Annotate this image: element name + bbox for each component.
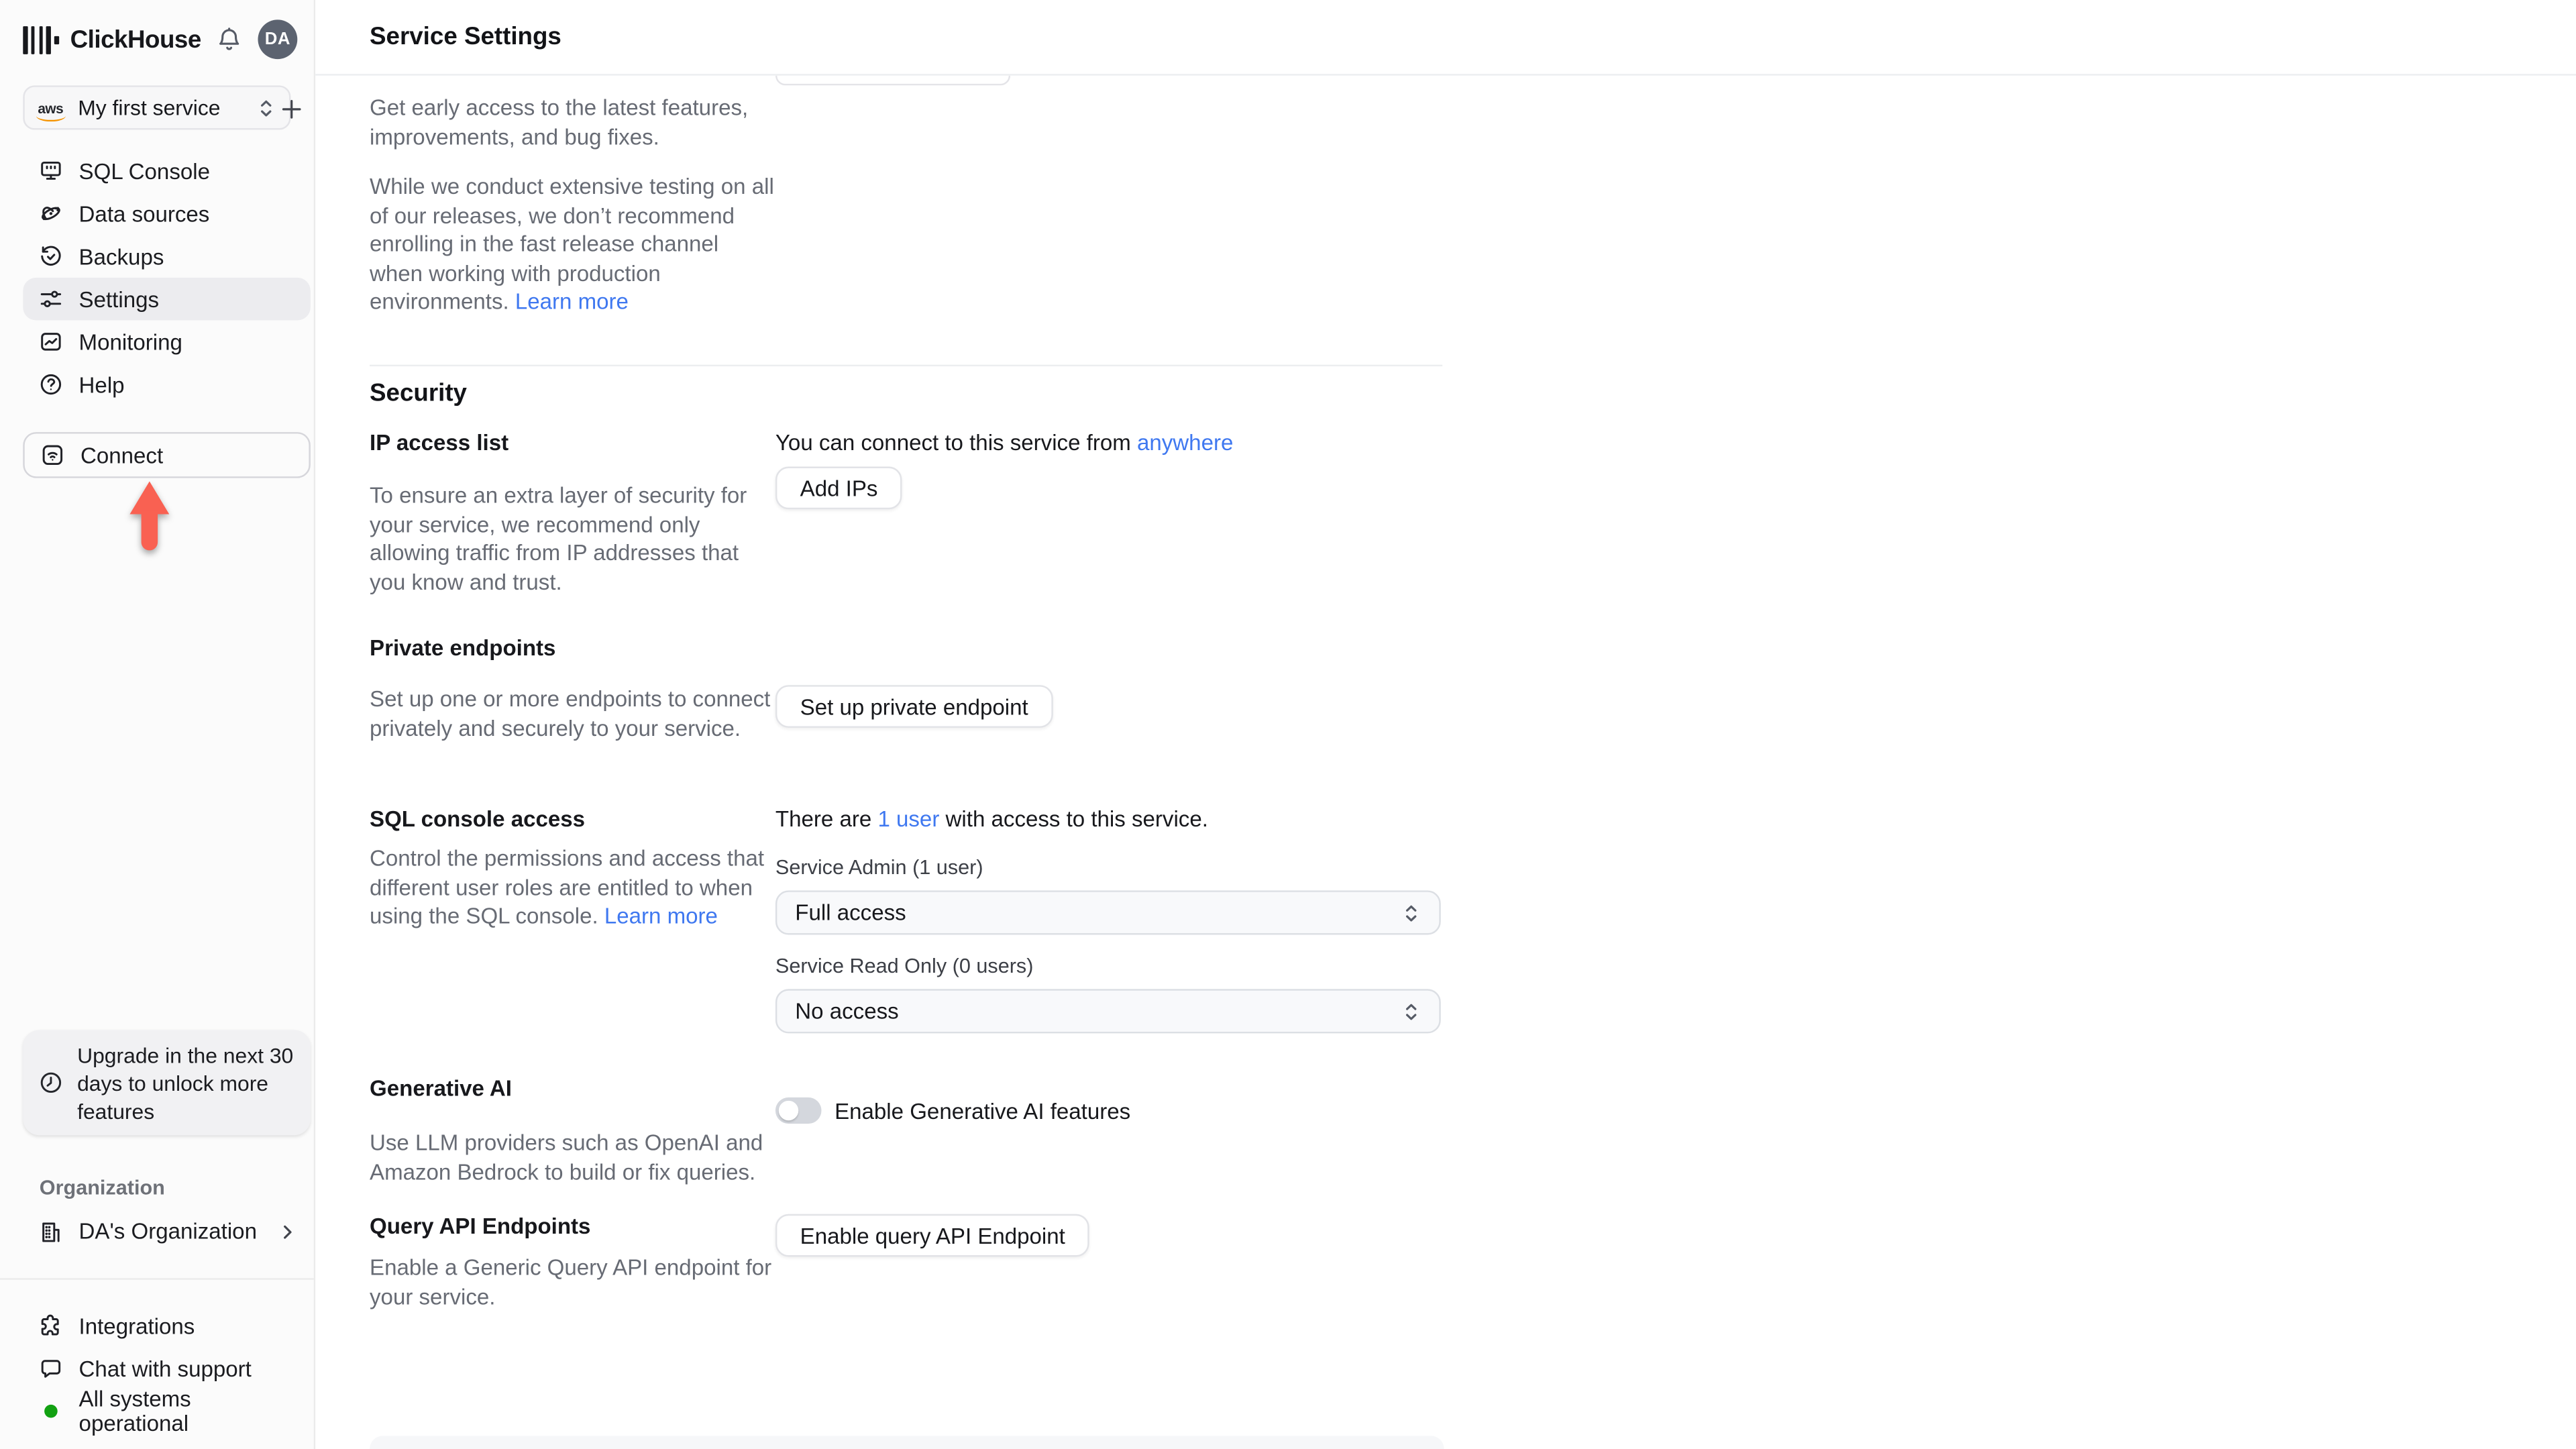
add-service-button[interactable] — [274, 92, 307, 125]
chevron-up-down-icon — [1401, 1000, 1421, 1022]
chevron-up-down-icon — [1401, 901, 1421, 924]
private-endpoint-container: Set up private endpoint — [775, 685, 1053, 728]
sidebar-item-data-sources[interactable]: Data sources — [23, 193, 311, 235]
users-suffix: with access to this service. — [939, 806, 1208, 832]
connect-button[interactable]: Connect — [23, 432, 311, 478]
query-api-description: Enable a Generic Query API endpoint for … — [370, 1255, 772, 1309]
sql-access-learn-more-link[interactable]: Learn more — [604, 904, 718, 928]
sidebar-item-backups[interactable]: Backups — [23, 235, 311, 278]
sidebar-item-label: SQL Console — [78, 158, 210, 184]
service-admin-select[interactable]: Full access — [775, 890, 1441, 935]
sidebar-item-integrations[interactable]: Integrations — [23, 1304, 311, 1347]
red-annotation-arrow — [129, 481, 170, 551]
brand-name: ClickHouse — [70, 25, 202, 54]
sidebar-item-chat-support[interactable]: Chat with support — [23, 1347, 311, 1390]
query-api-container: Enable query API Endpoint — [775, 1214, 1090, 1257]
ip-access-description: To ensure an extra layer of security for… — [370, 483, 747, 594]
help-question-icon — [38, 371, 64, 397]
sql-console-icon — [38, 158, 64, 184]
clock-icon — [38, 1069, 64, 1095]
service-read-only-label: Service Read Only (0 users) — [775, 954, 1034, 978]
sidebar-item-label: Help — [78, 372, 125, 397]
sql-console-access-title: SQL console access — [370, 806, 586, 832]
service-admin-value: Full access — [795, 900, 906, 925]
backups-history-icon — [38, 243, 64, 269]
integrations-puzzle-icon — [38, 1313, 64, 1339]
page-title: Service Settings — [370, 23, 561, 51]
sidebar-item-label: Monitoring — [78, 329, 182, 354]
add-ips-container: Add IPs — [775, 466, 903, 510]
service-admin-label: Service Admin (1 user) — [775, 855, 983, 879]
sidebar-item-system-status[interactable]: All systems operational — [23, 1386, 311, 1436]
service-picker[interactable]: aws My first service — [23, 85, 291, 130]
security-section-title: Security — [370, 379, 468, 408]
sidebar-item-label: Backups — [78, 244, 164, 269]
service-picker-label: My first service — [78, 95, 221, 120]
organization-name: DA's Organization — [78, 1219, 257, 1244]
ip-access-status: You can connect to this service from any… — [775, 431, 1233, 455]
aws-logo-icon: aws — [36, 99, 68, 121]
service-read-only-select[interactable]: No access — [775, 989, 1441, 1034]
chat-bubble-icon — [38, 1355, 64, 1381]
app-window: ClickHouse DA aws My first service SQL C… — [0, 0, 2576, 1449]
chevron-right-icon — [278, 1222, 297, 1241]
ip-access-status-text: You can connect to this service from — [775, 430, 1138, 455]
service-read-only-value: No access — [795, 998, 899, 1024]
sql-console-users: There are 1 user with access to this ser… — [775, 806, 1208, 831]
organization-row[interactable]: DA's Organization — [23, 1211, 311, 1252]
connect-label: Connect — [80, 443, 164, 468]
private-endpoints-title: Private endpoints — [370, 635, 556, 661]
sidebar-nav: SQL Console Data sources Backups Setting… — [23, 150, 311, 406]
sidebar-item-label: Chat with support — [78, 1356, 252, 1381]
organization-section-label: Organization — [39, 1176, 165, 1199]
release-channel-select-partial[interactable] — [775, 75, 1011, 86]
release-channel-intro: Get early access to the latest features,… — [370, 95, 749, 149]
sidebar-item-help[interactable]: Help — [23, 363, 311, 406]
monitoring-chart-icon — [38, 329, 64, 355]
sidebar-item-label: Data sources — [78, 201, 210, 226]
query-api-endpoints-title: Query API Endpoints — [370, 1214, 591, 1239]
generative-ai-description: Use LLM providers such as OpenAI and Ama… — [370, 1130, 763, 1184]
generative-ai-toggle[interactable] — [775, 1097, 822, 1124]
section-divider — [370, 364, 1443, 367]
clickhouse-logo-icon — [23, 25, 59, 54]
one-user-link[interactable]: 1 user — [877, 806, 939, 831]
private-endpoints-description: Set up one or more endpoints to connect … — [370, 686, 771, 741]
upgrade-text: Upgrade in the next 30 days to unlock mo… — [77, 1042, 294, 1123]
connect-icon — [40, 442, 66, 468]
data-sources-icon — [38, 201, 64, 227]
sidebar-item-monitoring[interactable]: Monitoring — [23, 321, 311, 364]
settings-sliders-icon — [38, 286, 64, 312]
brand-row: ClickHouse DA — [23, 19, 298, 60]
add-ips-button[interactable]: Add IPs — [775, 466, 903, 510]
generative-ai-toggle-row: Enable Generative AI features — [775, 1097, 1130, 1124]
upgrade-banner: Upgrade in the next 30 days to unlock mo… — [23, 1030, 311, 1136]
generative-ai-title: Generative AI — [370, 1076, 512, 1101]
sidebar-item-label: Settings — [78, 286, 160, 312]
generative-ai-toggle-label: Enable Generative AI features — [835, 1098, 1131, 1123]
sidebar-footer-nav: Integrations Chat with support All syste… — [23, 1304, 311, 1436]
next-section-card-partial — [370, 1436, 1444, 1449]
sidebar-item-sql-console[interactable]: SQL Console — [23, 150, 311, 193]
users-prefix: There are — [775, 806, 878, 832]
page-header: Service Settings — [315, 0, 2576, 76]
notifications-bell-icon[interactable] — [215, 25, 244, 54]
release-channel-learn-more-link[interactable]: Learn more — [515, 289, 629, 314]
anywhere-link[interactable]: anywhere — [1137, 431, 1233, 455]
release-channel-warning: While we conduct extensive testing on al… — [370, 172, 775, 316]
main-content: Service Settings Get early access to the… — [315, 0, 2576, 1449]
chevron-up-down-icon — [256, 96, 276, 119]
organization-building-icon — [38, 1218, 64, 1244]
sidebar-item-label: All systems operational — [78, 1386, 191, 1436]
ip-access-list-title: IP access list — [370, 430, 509, 455]
enable-query-api-button[interactable]: Enable query API Endpoint — [775, 1214, 1090, 1257]
sql-console-access-description: Control the permissions and access that … — [370, 845, 775, 931]
sidebar-divider — [0, 1278, 314, 1280]
setup-private-endpoint-button[interactable]: Set up private endpoint — [775, 685, 1053, 728]
sidebar: ClickHouse DA aws My first service SQL C… — [0, 0, 316, 1449]
sidebar-item-label: Integrations — [78, 1313, 195, 1338]
user-avatar[interactable]: DA — [258, 19, 298, 60]
sidebar-item-settings[interactable]: Settings — [23, 277, 311, 321]
status-green-dot-icon — [44, 1404, 58, 1418]
